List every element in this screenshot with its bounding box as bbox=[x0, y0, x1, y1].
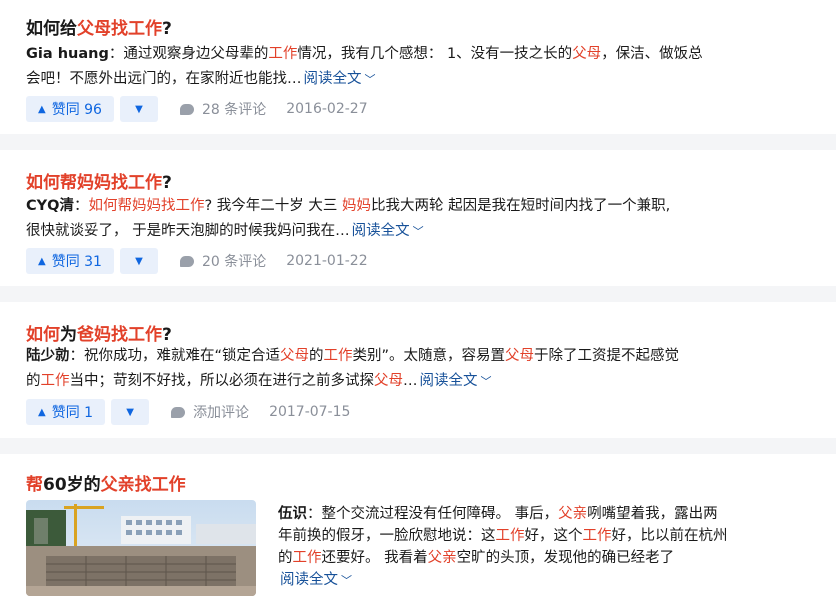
comment-icon bbox=[179, 255, 194, 267]
triangle-up-icon: ▲ bbox=[38, 255, 46, 267]
result-thumbnail[interactable] bbox=[26, 500, 256, 596]
post-date: 2021-01-22 bbox=[286, 253, 368, 269]
upvote-button[interactable]: ▲ 赞同 1 bbox=[26, 399, 106, 425]
result-title[interactable]: 如何给父母找工作? bbox=[26, 14, 172, 39]
author-name: Gia huang bbox=[26, 46, 109, 62]
construction-site-photo bbox=[26, 500, 256, 596]
chevron-down-icon: ﹀ bbox=[364, 73, 376, 86]
downvote-button[interactable]: ▼ bbox=[119, 248, 158, 274]
result-title[interactable]: 帮60岁的父亲找工作 bbox=[26, 470, 186, 495]
author-name: 陆少勍 bbox=[26, 348, 70, 364]
downvote-button[interactable]: ▼ bbox=[119, 96, 158, 122]
author-name: CYQ清 bbox=[26, 198, 74, 214]
chevron-down-icon: ﹀ bbox=[412, 225, 424, 238]
result-card-3: 如何为爸妈找工作? 陆少勍：祝你成功，难就难在“锁定合适父母的工作类别”。太随意… bbox=[0, 302, 836, 438]
action-bar: ▲ 赞同 31 ▼ 20 条评论 2021-01-22 bbox=[26, 248, 368, 274]
read-more-link[interactable]: 阅读全文 ﹀ bbox=[352, 223, 424, 239]
comment-icon bbox=[171, 406, 186, 418]
result-title[interactable]: 如何为爸妈找工作? bbox=[26, 320, 172, 345]
post-date: 2017-07-15 bbox=[269, 404, 351, 420]
action-bar: ▲ 赞同 96 ▼ 28 条评论 2016-02-27 bbox=[26, 96, 368, 122]
result-excerpt[interactable]: CYQ清：如何帮妈妈找工作? 我今年二十岁 大三 妈妈比我大两轮 起因是我在短时… bbox=[26, 194, 816, 244]
triangle-down-icon: ▼ bbox=[135, 103, 143, 115]
read-more-link[interactable]: 阅读全文 ﹀ bbox=[420, 373, 492, 389]
result-title[interactable]: 如何帮妈妈找工作? bbox=[26, 168, 172, 193]
author-name: 伍识 bbox=[278, 506, 307, 522]
chevron-down-icon: ﹀ bbox=[341, 574, 352, 587]
result-card-2: 如何帮妈妈找工作? CYQ清：如何帮妈妈找工作? 我今年二十岁 大三 妈妈比我大… bbox=[0, 150, 836, 286]
result-excerpt[interactable]: 伍识：整个交流过程没有任何障碍。 事后，父亲咧嘴望着我，露出两 年前换的假牙，一脸… bbox=[278, 503, 808, 592]
read-more-link[interactable]: 阅读全文 ﹀ bbox=[280, 572, 352, 588]
result-card-1: 如何给父母找工作? Gia huang：通过观察身边父母辈的工作情况，我有几个感… bbox=[0, 0, 836, 134]
result-excerpt[interactable]: 陆少勍：祝你成功，难就难在“锁定合适父母的工作类别”。太随意，容易置父母于除了工… bbox=[26, 344, 816, 394]
triangle-down-icon: ▼ bbox=[126, 406, 134, 418]
add-comment-button[interactable]: 添加评论 bbox=[171, 402, 249, 422]
upvote-button[interactable]: ▲ 赞同 96 bbox=[26, 96, 114, 122]
comments-button[interactable]: 20 条评论 bbox=[179, 251, 266, 271]
post-date: 2016-02-27 bbox=[286, 101, 368, 117]
downvote-button[interactable]: ▼ bbox=[111, 399, 150, 425]
result-excerpt[interactable]: Gia huang：通过观察身边父母辈的工作情况，我有几个感想： 1、没有一技之… bbox=[26, 42, 816, 92]
comments-button[interactable]: 28 条评论 bbox=[179, 99, 266, 119]
comment-icon bbox=[179, 103, 194, 115]
triangle-down-icon: ▼ bbox=[135, 255, 143, 267]
action-bar: ▲ 赞同 1 ▼ 添加评论 2017-07-15 bbox=[26, 399, 350, 425]
triangle-up-icon: ▲ bbox=[38, 406, 46, 418]
read-more-link[interactable]: 阅读全文 ﹀ bbox=[304, 71, 376, 87]
triangle-up-icon: ▲ bbox=[38, 103, 46, 115]
chevron-down-icon: ﹀ bbox=[480, 375, 492, 388]
upvote-button[interactable]: ▲ 赞同 31 bbox=[26, 248, 114, 274]
